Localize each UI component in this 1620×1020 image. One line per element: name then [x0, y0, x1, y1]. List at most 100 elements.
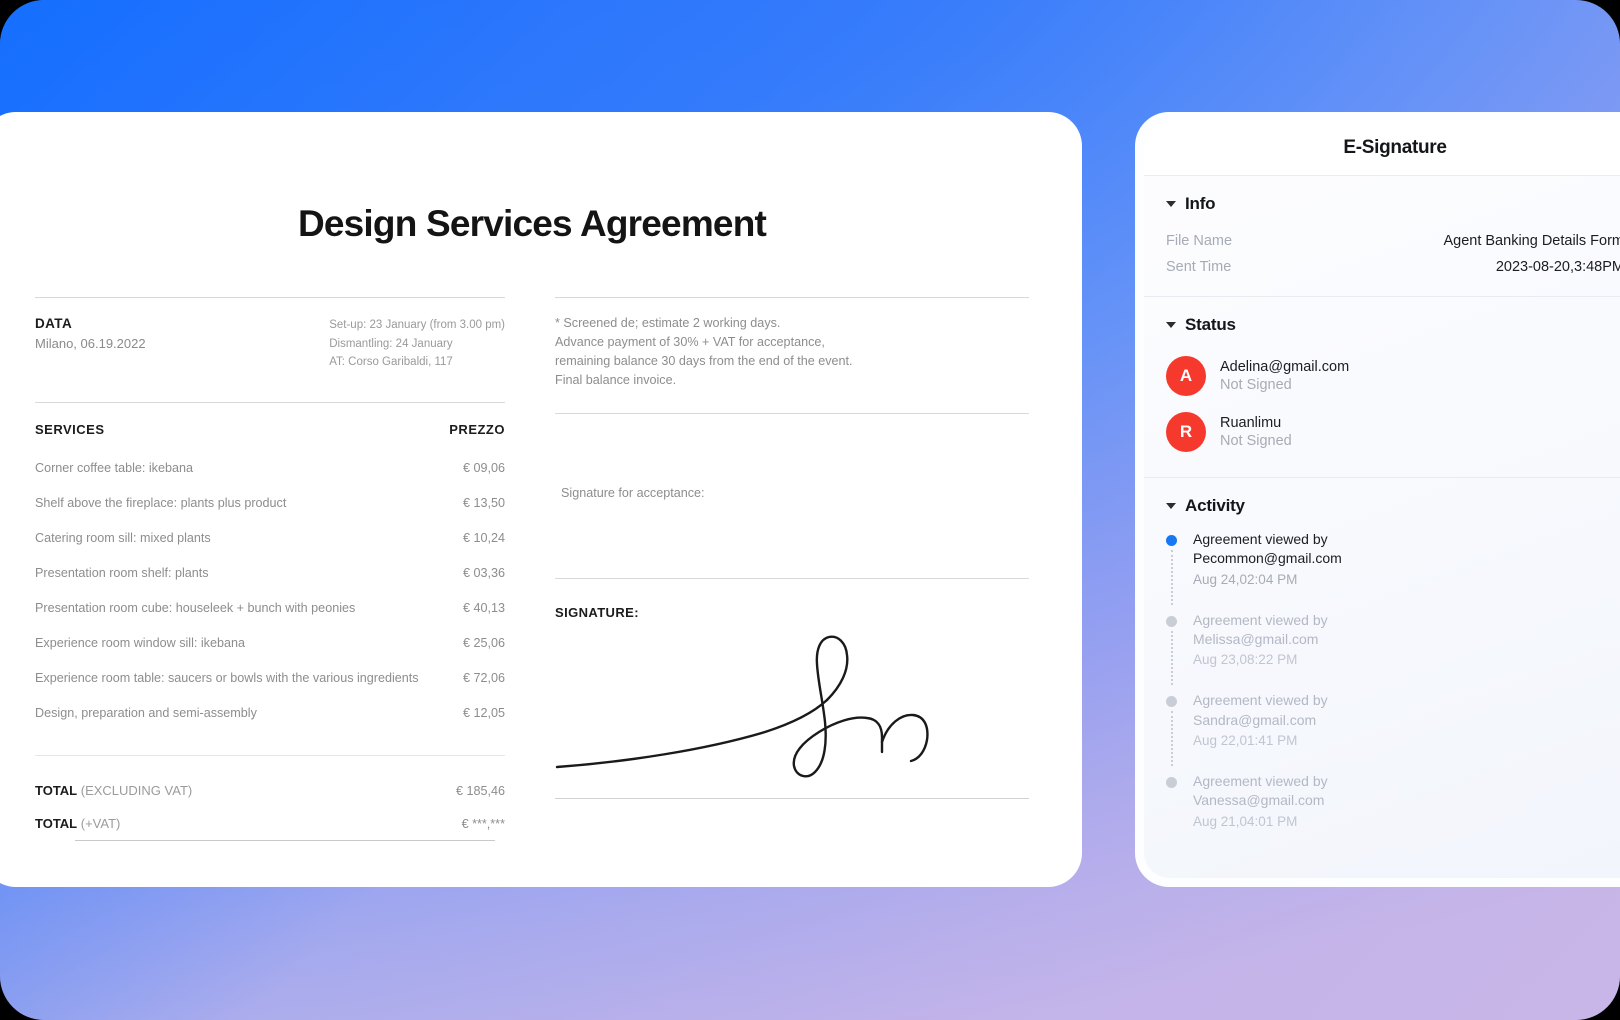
page-title: Design Services Agreement — [297, 203, 767, 244]
totals-block: TOTAL (EXCLUDING VAT) € 185,46 TOTAL (+VAT… — [35, 774, 505, 840]
table-row: Shelf above the fireplace: plants plus p… — [35, 484, 505, 519]
activity-email: Melissa@gmail.com — [1193, 630, 1319, 647]
activity-body: Agreement viewed by Pecommon@gmail.com Aug… — [1193, 530, 1342, 587]
activity-email: Sandra@gmail.com — [1193, 711, 1317, 728]
esignature-panel-header: E-Signature — [1144, 121, 1620, 176]
status-heading: Status — [1185, 315, 1236, 334]
info-value: Agent Banking Details Form — [1443, 233, 1620, 249]
info-section-header[interactable]: Info — [1166, 194, 1620, 214]
activity-timestamp: Aug 22,01:41 PM — [1193, 732, 1298, 748]
chevron-down-icon[interactable] — [1166, 503, 1176, 509]
info-row: File Name Agent Banking Details Form — [1166, 228, 1620, 254]
timeline-connector — [1171, 630, 1173, 686]
note-line-2: Advance payment of 30% + VAT for accepta… — [555, 335, 825, 350]
timeline-dot-icon — [1166, 696, 1177, 708]
note-line-3: remaining balance 30 days from the end o… — [555, 354, 853, 369]
signer-details: Adelina@gmail.com Not Signed — [1220, 359, 1349, 393]
activity-text: Agreement viewed by — [1193, 692, 1328, 709]
service-name: Presentation room cube: houseleek + bunc… — [35, 601, 356, 616]
service-price: € 03,36 — [462, 566, 505, 581]
document-left-column: DATA Milano, 06.19.2022 Set-up: 23 Janua… — [35, 297, 505, 841]
info-key: Sent Time — [1166, 259, 1232, 275]
service-name: Experience room window sill: ikebana — [35, 636, 245, 651]
document-right-column: * Screened de; estimate 2 working days. … — [555, 297, 1029, 841]
service-price: € 09,06 — [462, 461, 505, 476]
chevron-down-icon[interactable] — [1166, 201, 1176, 207]
info-rows: File Name Agent Banking Details Form Sent … — [1166, 228, 1620, 280]
service-name: Presentation room shelf: plants — [35, 566, 209, 581]
signature-area[interactable] — [555, 620, 1029, 798]
activity-email: Vanessa@gmail.com — [1193, 792, 1325, 809]
table-row: Design, preparation and semi-assembly € 1… — [35, 694, 505, 729]
service-price: € 72,06 — [462, 671, 505, 686]
data-block-left: DATA Milano, 06.19.2022 — [35, 316, 146, 372]
total-value: € ***,*** — [461, 816, 505, 831]
activity-text: Agreement viewed by — [1193, 531, 1328, 547]
info-section: Info File Name Agent Banking Details Form… — [1144, 176, 1620, 297]
timeline-marker — [1166, 691, 1180, 766]
handwritten-signature-icon — [555, 635, 929, 778]
signer-details: Ruanlimu Not Signed — [1220, 415, 1292, 449]
status-badge: Not Signed — [1220, 433, 1292, 449]
data-label: DATA — [35, 316, 73, 331]
activity-body: Agreement viewed by Melissa@gmail.com Aug … — [1193, 611, 1328, 668]
data-block: DATA Milano, 06.19.2022 Set-up: 23 Janua… — [35, 298, 505, 402]
service-price: € 10,24 — [462, 531, 505, 546]
timeline-marker — [1166, 530, 1180, 605]
activity-text: Agreement viewed by — [1193, 611, 1328, 628]
totals-underline — [75, 839, 495, 841]
service-name: Shelf above the fireplace: plants plus p… — [35, 496, 287, 511]
list-item[interactable]: A Adelina@gmail.com Not Signed — [1166, 349, 1620, 405]
timeline-dot-icon — [1166, 776, 1177, 788]
meta-dismantling: Dismantling: 24 January — [329, 337, 453, 350]
timeline-marker — [1166, 772, 1180, 829]
total-label: TOTAL (EXCLUDING VAT) — [35, 782, 193, 798]
table-row: Experience room window sill: ikebana € 25… — [35, 624, 505, 659]
activity-item: Agreement viewed by Vanessa@gmail.com Aug … — [1166, 772, 1620, 829]
avatar: R — [1166, 412, 1206, 452]
activity-text: Agreement viewed by — [1193, 772, 1328, 789]
list-item[interactable]: R Ruanlimu Not Signed — [1166, 405, 1620, 461]
timeline-dot-active-icon — [1166, 535, 1177, 546]
esignature-title: E-Signature — [1343, 137, 1447, 158]
app-background: Design Services Agreement DATA Milano, 0… — [0, 0, 1620, 1020]
timeline-connector — [1171, 550, 1173, 605]
service-price: € 40,13 — [462, 601, 505, 616]
service-name: Corner coffee table: ikebana — [35, 461, 193, 476]
esignature-panel: E-Signature Info File Name Agent Banking … — [1135, 112, 1620, 887]
service-price: € 12,05 — [462, 706, 505, 721]
status-badge: Not Signed — [1220, 377, 1292, 393]
table-row: Presentation room shelf: plants € 03,36 — [35, 554, 505, 589]
signer-name: Ruanlimu — [1220, 415, 1282, 431]
activity-section-header[interactable]: Activity — [1166, 496, 1620, 516]
data-meta: Set-up: 23 January (from 3.00 pm) Disman… — [329, 316, 505, 372]
data-city-date: Milano, 06.19.2022 — [35, 336, 146, 351]
table-row: Corner coffee table: ikebana € 09,06 — [35, 449, 505, 484]
avatar: A — [1166, 356, 1206, 396]
info-row: Sent Time 2023-08-20,3:48PM — [1166, 254, 1620, 280]
note-line-1: * Screened de; estimate 2 working days. — [555, 316, 781, 330]
service-price: € 13,50 — [462, 496, 505, 511]
document-columns: DATA Milano, 06.19.2022 Set-up: 23 Janua… — [35, 297, 1029, 841]
activity-item: Agreement viewed by Sandra@gmail.com Aug 2… — [1166, 691, 1620, 772]
activity-email: Pecommon@gmail.com — [1193, 550, 1342, 567]
signer-list: A Adelina@gmail.com Not Signed R Ruanlimu Not… — [1166, 349, 1620, 461]
signer-name: Adelina@gmail.com — [1220, 359, 1350, 375]
chevron-down-icon[interactable] — [1166, 322, 1176, 328]
table-row: Experience room table: saucers or bowls … — [35, 659, 505, 694]
activity-body: Agreement viewed by Sandra@gmail.com Aug 2… — [1193, 691, 1328, 748]
status-section-header[interactable]: Status — [1166, 315, 1620, 335]
esignature-panel-inner: E-Signature Info File Name Agent Banking … — [1144, 121, 1620, 878]
total-row: TOTAL (EXCLUDING VAT) € 185,46 — [35, 774, 505, 807]
service-name: Design, preparation and semi-assembly — [35, 706, 257, 721]
price-column-header: PREZZO — [449, 421, 505, 437]
note-line-4: Final balance invoice. — [555, 373, 677, 388]
activity-item: Agreement viewed by Melissa@gmail.com Aug … — [1166, 611, 1620, 692]
table-row: Presentation room cube: houseleek + bunc… — [35, 589, 505, 624]
meta-setup: Set-up: 23 January (from 3.00 pm) — [329, 319, 505, 331]
activity-timestamp: Aug 24,02:04 PM — [1193, 571, 1298, 587]
activity-heading: Activity — [1185, 496, 1245, 515]
service-name: Experience room table: saucers or bowls … — [35, 671, 419, 686]
document-panel: Design Services Agreement DATA Milano, 0… — [0, 112, 1082, 887]
timeline-connector — [1171, 711, 1173, 766]
